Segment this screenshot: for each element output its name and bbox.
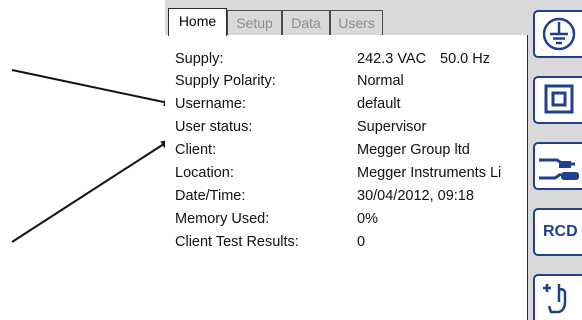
earth-ground-icon	[542, 17, 576, 51]
user-status-value: Supervisor	[357, 119, 427, 135]
row-client-test-results: Client Test Results: 0	[175, 231, 527, 253]
row-supply-polarity: Supply Polarity: Normal	[175, 70, 527, 92]
client-value: Megger Group ltd	[357, 142, 470, 158]
tester-screen: Home Setup Data Users Supply: 242.3 VAC …	[165, 0, 582, 320]
arrow-to-username	[11, 69, 174, 107]
memory-used-value: 0%	[357, 211, 378, 227]
row-user-status: User status: Supervisor	[175, 116, 527, 138]
date-time-value: 30/04/2012, 09:18	[357, 188, 474, 204]
date-time-label: Date/Time:	[175, 188, 246, 204]
row-date-time: Date/Time: 30/04/2012, 09:18	[175, 185, 527, 207]
row-supply: Supply: 242.3 VAC 50.0 Hz	[175, 48, 527, 70]
row-username: Username: default	[175, 93, 527, 115]
username-label: Username:	[175, 96, 246, 112]
supply-polarity-value: Normal	[357, 73, 404, 89]
location-label: Location:	[175, 165, 234, 181]
tab-data[interactable]: Data	[282, 10, 330, 35]
home-panel: Supply: 242.3 VAC 50.0 Hz Supply Polarit…	[165, 35, 528, 320]
memory-used-label: Memory Used:	[175, 211, 270, 227]
user-status-label: User status:	[175, 119, 253, 135]
client-test-results-value: 0	[357, 234, 366, 250]
row-location: Location: Megger Instruments Li	[175, 162, 527, 184]
function-sidebar: RCD	[533, 0, 582, 320]
tab-users[interactable]: Users	[330, 10, 383, 35]
tab-home[interactable]: Home	[168, 8, 227, 36]
location-value: Megger Instruments Li	[357, 165, 502, 181]
rcd-test-button[interactable]: RCD	[533, 208, 582, 256]
supply-polarity-label: Supply Polarity:	[175, 73, 276, 89]
client-test-results-label: Client Test Results:	[175, 234, 299, 250]
earth-test-button[interactable]	[533, 10, 582, 58]
row-memory-used: Memory Used: 0%	[175, 208, 527, 230]
touch-test-button[interactable]	[533, 274, 582, 320]
insulation-test-button[interactable]	[533, 76, 582, 124]
touch-probe-icon	[543, 284, 567, 314]
tab-setup[interactable]: Setup	[227, 10, 282, 35]
supply-voltage-value: 242.3 VAC	[357, 51, 427, 67]
class-ii-insulation-icon	[544, 84, 574, 114]
row-client: Client: Megger Group ltd	[175, 139, 527, 161]
lead-test-button[interactable]	[533, 142, 582, 190]
screenshot-stage: Home Setup Data Users Supply: 242.3 VAC …	[0, 0, 582, 320]
supply-label: Supply:	[175, 51, 224, 67]
plug-lead-icon	[539, 158, 579, 180]
arrow-to-user-status	[11, 139, 171, 243]
supply-frequency-value: 50.0 Hz	[440, 51, 490, 67]
client-label: Client:	[175, 142, 217, 158]
username-value: default	[357, 96, 401, 112]
rcd-icon: RCD	[543, 223, 578, 240]
tab-strip: Home Setup Data Users	[165, 8, 525, 36]
